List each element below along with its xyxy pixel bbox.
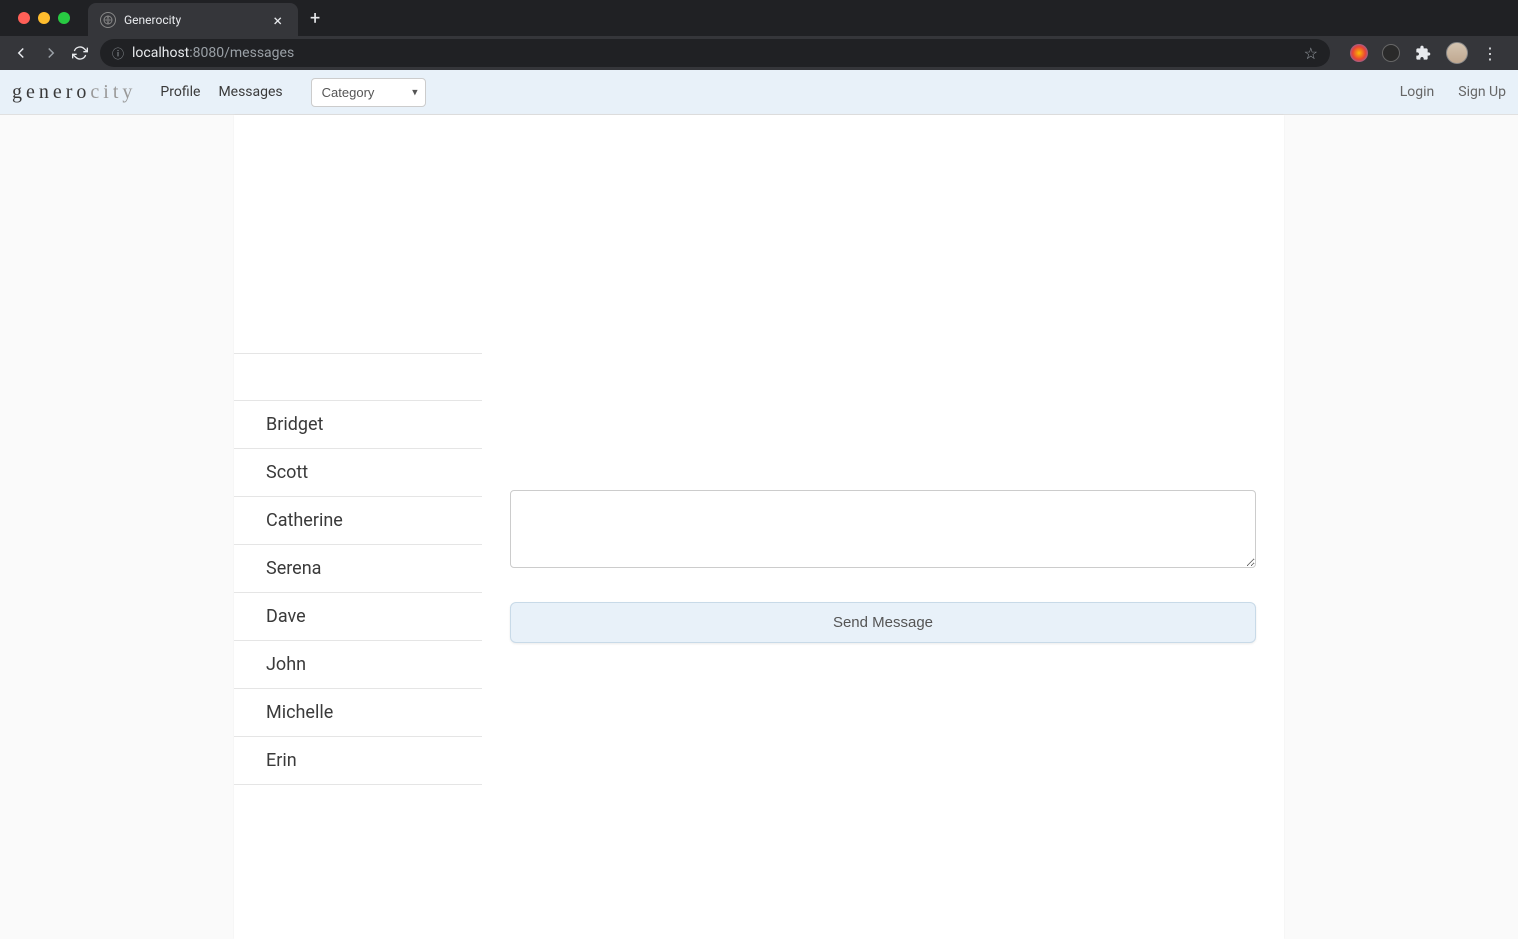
list-item[interactable]: Michelle [234, 689, 482, 737]
url-text: localhost:8080/messages [132, 45, 1296, 61]
extension-icon-1[interactable] [1350, 44, 1368, 62]
window-minimize[interactable] [38, 12, 50, 24]
list-item[interactable] [234, 353, 482, 401]
list-item[interactable]: Scott [234, 449, 482, 497]
info-icon[interactable]: ⓘ [112, 45, 124, 62]
tab-title: Generocity [124, 13, 269, 27]
extensions-icon[interactable] [1414, 44, 1432, 62]
url-host: localhost [132, 45, 189, 61]
window-controls [8, 12, 80, 24]
back-button[interactable] [12, 44, 30, 62]
browser-chrome: Generocity × + ⓘ localhost:8080/messages… [0, 0, 1518, 70]
window-maximize[interactable] [58, 12, 70, 24]
send-message-button[interactable]: Send Message [510, 602, 1256, 643]
list-item[interactable]: Erin [234, 737, 482, 785]
nav-login[interactable]: Login [1400, 84, 1435, 100]
reload-button[interactable] [72, 45, 88, 61]
profile-avatar[interactable] [1446, 42, 1468, 64]
address-bar-row: ⓘ localhost:8080/messages ☆ ⋮ [0, 36, 1518, 70]
browser-tab[interactable]: Generocity × [88, 3, 298, 37]
list-item[interactable]: Dave [234, 593, 482, 641]
bookmark-icon[interactable]: ☆ [1304, 44, 1318, 63]
list-item[interactable]: John [234, 641, 482, 689]
new-tab-button[interactable]: + [310, 8, 320, 29]
nav-profile[interactable]: Profile [160, 84, 200, 100]
address-bar[interactable]: ⓘ localhost:8080/messages ☆ [100, 39, 1330, 67]
url-path: :8080/messages [189, 45, 294, 61]
logo-main: genero [12, 81, 90, 103]
list-item[interactable]: Serena [234, 545, 482, 593]
list-item[interactable]: Catherine [234, 497, 482, 545]
content-panel: Bridget Scott Catherine Serena Dave John… [234, 115, 1284, 939]
contacts-list: Bridget Scott Catherine Serena Dave John… [234, 353, 482, 785]
extension-icons: ⋮ [1342, 42, 1506, 64]
forward-button[interactable] [42, 44, 60, 62]
list-item[interactable]: Bridget [234, 401, 482, 449]
app-nav: generocity Profile Messages Category Log… [0, 70, 1518, 115]
message-input[interactable] [510, 490, 1256, 568]
logo-light: city [90, 81, 136, 103]
extension-icon-2[interactable] [1382, 44, 1400, 62]
menu-icon[interactable]: ⋮ [1482, 44, 1498, 63]
globe-icon [100, 12, 116, 28]
message-panel: Send Message [482, 115, 1284, 939]
category-select-wrap: Category [301, 78, 426, 107]
category-select[interactable]: Category [311, 78, 426, 107]
tab-bar: Generocity × + [0, 0, 1518, 36]
main-content: Bridget Scott Catherine Serena Dave John… [0, 115, 1518, 939]
nav-signup[interactable]: Sign Up [1458, 84, 1506, 100]
close-icon[interactable]: × [269, 11, 286, 30]
contacts-panel: Bridget Scott Catherine Serena Dave John… [234, 115, 482, 939]
logo[interactable]: generocity [12, 81, 136, 104]
window-close[interactable] [18, 12, 30, 24]
nav-messages[interactable]: Messages [218, 84, 282, 100]
